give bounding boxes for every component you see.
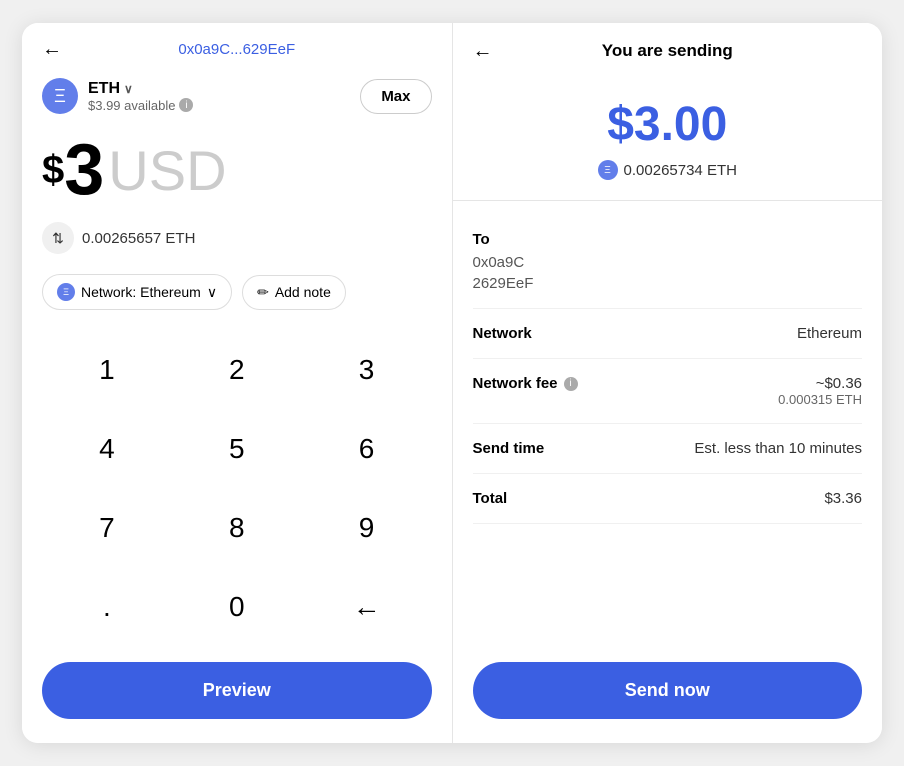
conversion-row: ⇅ 0.00265657 ETH: [22, 214, 452, 266]
left-panel: ← 0x0a9C...629EeF Ξ ETH ∨ $3.99 availabl…: [22, 23, 453, 743]
token-details: ETH ∨ $3.99 available i: [88, 80, 193, 113]
numpad-key-4[interactable]: 4: [42, 409, 172, 488]
total-label: Total: [473, 490, 508, 507]
token-name-label: ETH: [88, 80, 120, 98]
numpad-key-7[interactable]: 7: [42, 488, 172, 567]
token-info: Ξ ETH ∨ $3.99 available i: [42, 78, 193, 114]
numpad-key-1[interactable]: 1: [42, 330, 172, 409]
total-value: $3.36: [824, 490, 862, 507]
numpad-key-3[interactable]: 3: [302, 330, 432, 409]
network-detail-value: Ethereum: [797, 325, 862, 342]
network-label: Network: Ethereum: [81, 284, 201, 300]
numpad-key-backspace[interactable]: ←: [302, 567, 432, 646]
send-eth-row: Ξ 0.00265734 ETH: [598, 160, 737, 180]
back-button-left[interactable]: ←: [42, 38, 62, 61]
send-eth-amount: 0.00265734 ETH: [624, 162, 737, 179]
add-note-label: Add note: [275, 284, 331, 300]
swap-arrows-icon: ⇅: [52, 230, 64, 247]
network-fee-label: Network fee: [473, 375, 558, 392]
send-time-row: Send time Est. less than 10 minutes: [473, 424, 863, 474]
token-row: Ξ ETH ∨ $3.99 available i Max: [22, 70, 452, 118]
right-panel: ← You are sending $3.00 Ξ 0.00265734 ETH…: [453, 23, 883, 743]
numpad-key-9[interactable]: 9: [302, 488, 432, 567]
numpad-key-0[interactable]: 0: [172, 567, 302, 646]
amount-display: $ 3 USD: [22, 118, 452, 214]
token-available: $3.99 available i: [88, 98, 193, 113]
amount-number: 3: [64, 134, 104, 206]
wallet-address[interactable]: 0x0a9C...629EeF: [178, 41, 295, 58]
dollar-sign: $: [42, 148, 64, 193]
send-time-value: Est. less than 10 minutes: [694, 440, 862, 457]
details-section: To 0x0a9C 2629EeF Network Ethereum Netwo…: [453, 201, 883, 650]
network-fee-values: ~$0.36 0.000315 ETH: [778, 375, 862, 407]
preview-button[interactable]: Preview: [42, 662, 432, 719]
numpad-key-2[interactable]: 2: [172, 330, 302, 409]
numpad: 1 2 3 4 5 6 7 8 9 . 0 ←: [22, 326, 452, 650]
network-fee-row: Network fee i ~$0.36 0.000315 ETH: [473, 359, 863, 424]
send-eth-icon: Ξ: [598, 160, 618, 180]
send-usd-amount: $3.00: [607, 97, 727, 152]
numpad-key-6[interactable]: 6: [302, 409, 432, 488]
swap-icon-button[interactable]: ⇅: [42, 222, 74, 254]
token-chevron-icon: ∨: [124, 82, 133, 96]
options-row: Ξ Network: Ethereum ∨ ✏ Add note: [22, 266, 452, 326]
amount-currency: USD: [108, 138, 226, 203]
conversion-text: 0.00265657 ETH: [82, 230, 195, 247]
eth-icon: Ξ: [42, 78, 78, 114]
token-name-row[interactable]: ETH ∨: [88, 80, 193, 98]
pencil-icon: ✏: [257, 284, 269, 301]
add-note-button[interactable]: ✏ Add note: [242, 275, 346, 310]
available-info-icon[interactable]: i: [179, 98, 193, 112]
network-fee-eth: 0.000315 ETH: [778, 392, 862, 407]
numpad-key-dot[interactable]: .: [42, 567, 172, 646]
numpad-key-5[interactable]: 5: [172, 409, 302, 488]
send-time-label: Send time: [473, 440, 545, 457]
right-header: ← You are sending: [453, 23, 883, 73]
back-button-right[interactable]: ←: [473, 40, 493, 63]
total-row: Total $3.36: [473, 474, 863, 524]
to-label: To: [473, 231, 863, 248]
left-header: ← 0x0a9C...629EeF: [22, 23, 452, 70]
network-chevron-icon: ∨: [207, 284, 217, 301]
network-fee-usd: ~$0.36: [816, 375, 862, 392]
right-title: You are sending: [602, 41, 733, 61]
max-button[interactable]: Max: [360, 79, 431, 114]
send-amount-section: $3.00 Ξ 0.00265734 ETH: [453, 73, 883, 201]
network-button[interactable]: Ξ Network: Ethereum ∨: [42, 274, 232, 310]
numpad-key-8[interactable]: 8: [172, 488, 302, 567]
to-address: 0x0a9C 2629EeF: [473, 252, 863, 294]
to-row: To 0x0a9C 2629EeF: [473, 217, 863, 309]
network-row: Network Ethereum: [473, 309, 863, 359]
network-detail-label: Network: [473, 325, 532, 342]
network-fee-label-row: Network fee i: [473, 375, 578, 392]
network-fee-info-icon[interactable]: i: [564, 377, 578, 391]
network-eth-icon: Ξ: [57, 283, 75, 301]
send-now-button[interactable]: Send now: [473, 662, 863, 719]
